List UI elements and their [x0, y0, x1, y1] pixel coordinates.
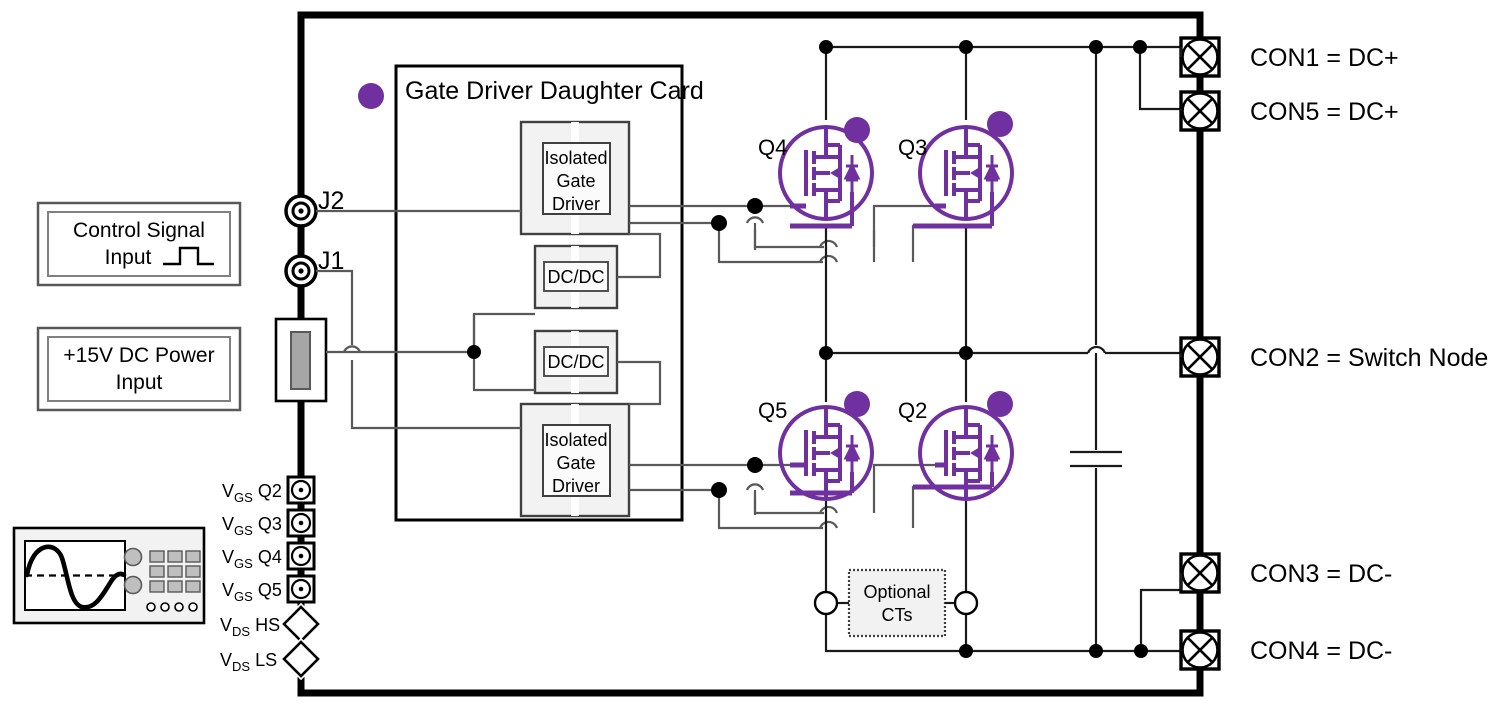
accent-dot-daughter-card — [358, 83, 384, 109]
ct-terminal-right — [953, 590, 979, 616]
ct-terminal-left — [813, 590, 839, 616]
probe-label-vds-hs: VDS HS — [220, 615, 280, 639]
connector-con1[interactable] — [1179, 36, 1221, 78]
accent-dot-q5 — [844, 391, 870, 417]
connector-con5[interactable] — [1179, 90, 1221, 132]
probe-point-vgs-q2[interactable] — [286, 475, 316, 505]
connector-con5-label: CON5 = DC+ — [1250, 98, 1399, 126]
power-supply-line2: Input — [116, 371, 163, 394]
mosfet-q2-label: Q2 — [898, 398, 927, 423]
connector-con4-label: CON4 = DC- — [1250, 637, 1392, 665]
probe-label-vgs-q5: VGS Q5 — [222, 580, 282, 604]
probe-label-vds-ls: VDS LS — [220, 650, 277, 674]
dcdc-low: DC/DC — [533, 329, 619, 395]
power-loop-wiring — [824, 45, 1181, 653]
connector-con4[interactable] — [1179, 629, 1221, 671]
control-signal-line1: Control Signal — [73, 219, 205, 242]
connector-j1[interactable] — [284, 254, 318, 288]
probe-label-vgs-q4: VGS Q4 — [222, 547, 282, 571]
connector-con2-label: CON2 = Switch Node — [1250, 344, 1488, 372]
svg-text:VGS Q3: VGS Q3 — [222, 514, 282, 538]
dcdc-high: DC/DC — [533, 244, 619, 310]
dcdc-low-label: DC/DC — [548, 352, 605, 372]
igd-low-line1: Isolated — [544, 430, 607, 450]
oscilloscope — [12, 526, 206, 625]
mosfet-q2 — [913, 405, 1014, 501]
control-signal-input-box: Control Signal Input — [36, 201, 242, 287]
igd-high-line3: Driver — [552, 194, 600, 214]
probe-label-vgs-q2: VGS Q2 — [222, 481, 282, 505]
probe-point-vgs-q5[interactable] — [286, 574, 316, 604]
optional-cts-block: Optional CTs — [847, 568, 947, 638]
mosfet-q3-label: Q3 — [898, 135, 927, 160]
connector-con1-label: CON1 = DC+ — [1250, 44, 1399, 72]
schematic-canvas: Control Signal Input +15V DC Power Input — [0, 0, 1512, 710]
connector-j2[interactable] — [284, 194, 318, 228]
mosfet-q3 — [913, 125, 1014, 229]
svg-text:VGS Q2: VGS Q2 — [222, 481, 282, 505]
probe-label-vgs-q3: VGS Q3 — [222, 514, 282, 538]
svg-text:VDS HS: VDS HS — [220, 615, 280, 639]
mosfet-q5-label: Q5 — [758, 398, 787, 423]
accent-dot-q4 — [844, 117, 870, 143]
control-signal-line2: Input — [105, 246, 152, 269]
connector-con3-label: CON3 = DC- — [1250, 560, 1392, 588]
power-supply-line1: +15V DC Power — [63, 344, 214, 367]
optional-cts-line2: CTs — [882, 605, 913, 625]
svg-text:VGS Q4: VGS Q4 — [222, 547, 282, 571]
accent-dot-q3 — [987, 111, 1013, 137]
mosfet-q4-label: Q4 — [758, 135, 787, 160]
probe-point-vgs-q4[interactable] — [286, 541, 316, 571]
connector-con3[interactable] — [1179, 552, 1221, 594]
mosfet-q5 — [778, 405, 874, 501]
accent-dot-q2 — [987, 391, 1013, 417]
daughter-card-title: Gate Driver Daughter Card — [405, 77, 704, 105]
optional-cts-line1: Optional — [863, 582, 930, 602]
probe-point-vds-ls[interactable] — [278, 636, 324, 682]
power-supply-input-box: +15V DC Power Input — [36, 326, 242, 412]
igd-high-line1: Isolated — [544, 148, 607, 168]
power-terminal-block — [274, 317, 328, 403]
igd-low-line2: Gate — [556, 453, 595, 473]
dcdc-high-label: DC/DC — [548, 267, 605, 287]
svg-text:VDS LS: VDS LS — [220, 650, 277, 674]
igd-low-line3: Driver — [552, 476, 600, 496]
isolated-gate-driver-high: Isolated Gate Driver — [519, 120, 631, 236]
igd-high-line2: Gate — [556, 171, 595, 191]
isolated-gate-driver-low: Isolated Gate Driver — [519, 402, 631, 518]
connector-con2[interactable] — [1179, 336, 1221, 378]
probe-point-vgs-q3[interactable] — [286, 508, 316, 538]
svg-text:VGS Q5: VGS Q5 — [222, 580, 282, 604]
